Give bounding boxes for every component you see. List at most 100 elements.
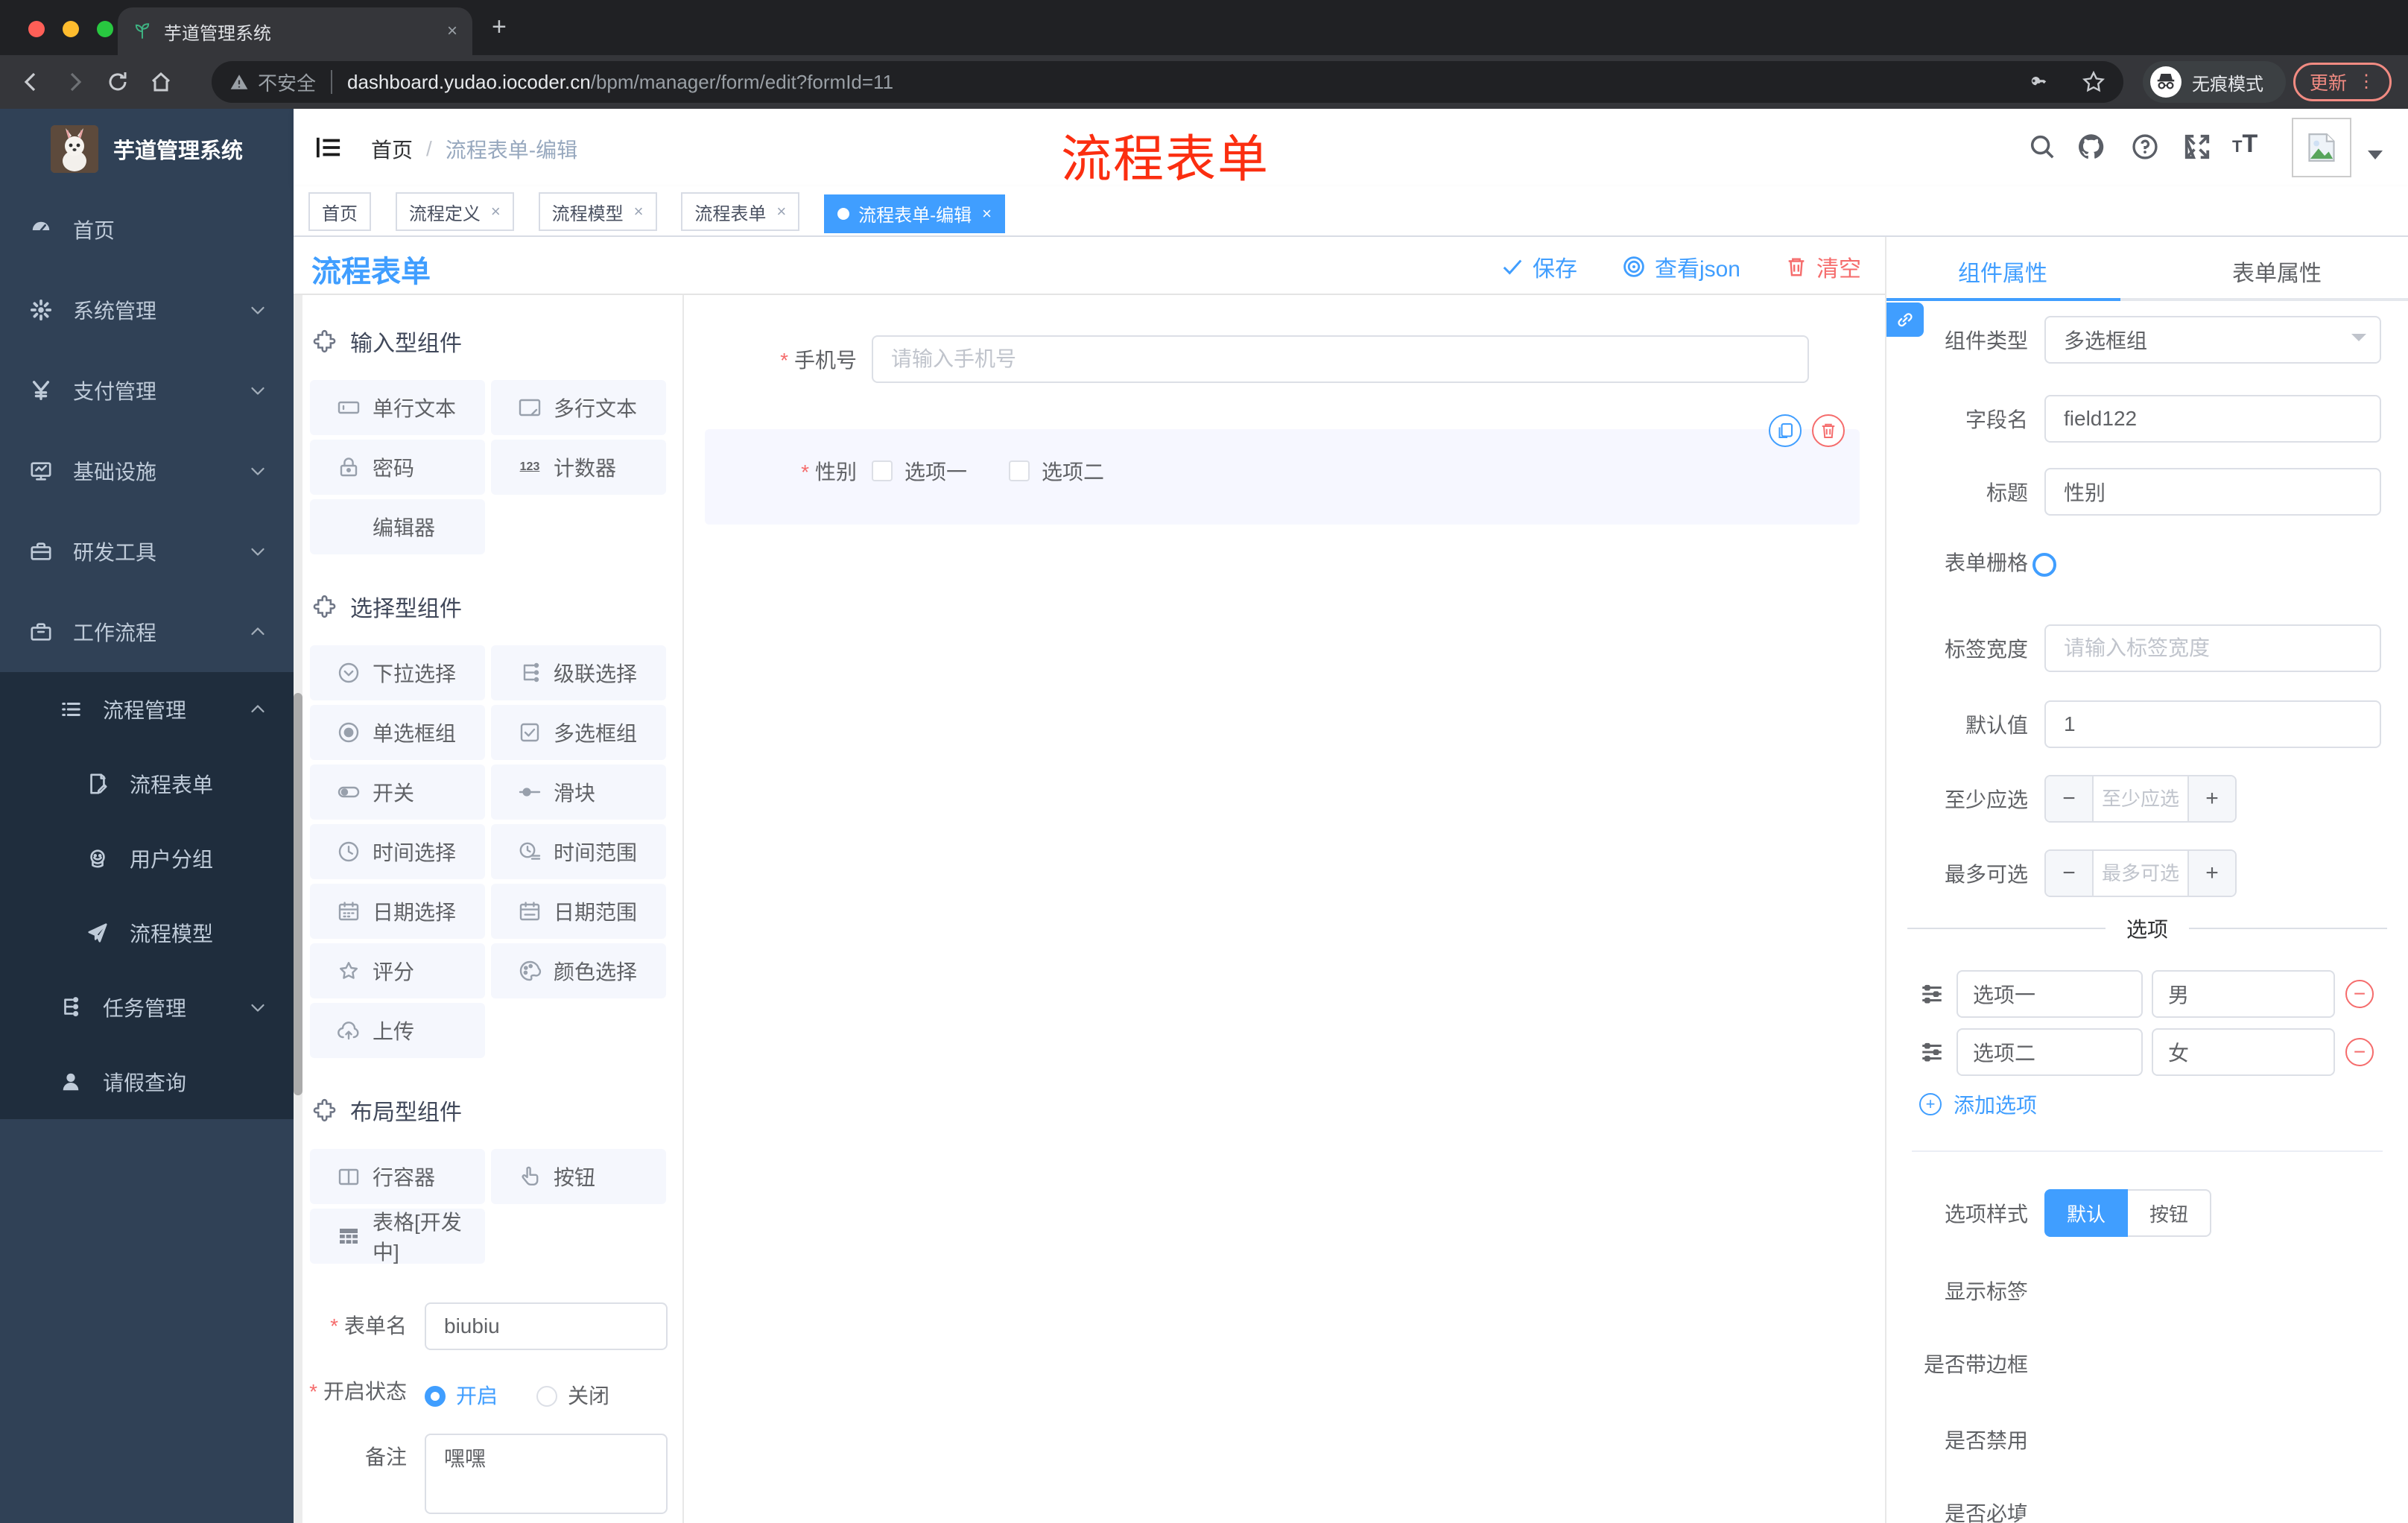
- sidebar-item-infra[interactable]: 基础设施: [0, 431, 294, 511]
- component-type-select[interactable]: 多选框组: [2044, 316, 2381, 364]
- browser-menu-icon[interactable]: ⋮: [2357, 73, 2375, 91]
- palette-item-date-range[interactable]: 日期范围: [491, 884, 666, 939]
- palette-item-time-picker[interactable]: 时间选择: [310, 824, 485, 879]
- phone-field[interactable]: 手机号: [684, 335, 1846, 383]
- tab-form-props[interactable]: 表单属性: [2232, 255, 2322, 288]
- option-label-input[interactable]: [1956, 970, 2143, 1018]
- sidebar-item-leave-query[interactable]: 请假查询: [0, 1045, 294, 1119]
- help-icon[interactable]: [2131, 133, 2159, 161]
- sidebar-item-system[interactable]: 系统管理: [0, 270, 294, 350]
- palette-item-upload[interactable]: 上传: [310, 1003, 485, 1058]
- minus-button[interactable]: −: [2046, 851, 2094, 896]
- gender-option-1[interactable]: 选项一: [872, 456, 967, 486]
- palette-scrollbar[interactable]: [294, 295, 302, 1523]
- status-radio-off[interactable]: 关闭: [536, 1381, 609, 1411]
- checkbox-icon[interactable]: [872, 460, 893, 481]
- sidebar-item-pay[interactable]: 支付管理: [0, 350, 294, 431]
- checkbox-icon[interactable]: [1009, 460, 1030, 481]
- slider-handle[interactable]: [2032, 553, 2056, 577]
- label-width-input[interactable]: [2044, 624, 2381, 672]
- palette-item-select[interactable]: 下拉选择: [310, 645, 485, 700]
- form-canvas[interactable]: 手机号 性别 选项一 选项二: [684, 295, 1885, 1523]
- minus-button[interactable]: −: [2046, 776, 2094, 821]
- field-name-input[interactable]: [2044, 395, 2381, 443]
- hamburger-icon[interactable]: [316, 136, 341, 159]
- gender-option-2[interactable]: 选项二: [1009, 456, 1104, 486]
- plus-button[interactable]: +: [2187, 851, 2235, 896]
- palette-item-color-picker[interactable]: 颜色选择: [491, 943, 666, 998]
- palette-item-single-text[interactable]: 单行文本: [310, 380, 485, 435]
- reload-icon[interactable]: [106, 70, 130, 94]
- min-input[interactable]: [2094, 776, 2187, 821]
- sidebar-item-user-group[interactable]: 用户分组: [0, 821, 294, 896]
- close-window-button[interactable]: [28, 21, 45, 37]
- sidebar-item-process-model[interactable]: 流程模型: [0, 896, 294, 970]
- palette-item-checkbox-group[interactable]: 多选框组: [491, 705, 666, 760]
- style-button-button[interactable]: 按钮: [2128, 1189, 2211, 1237]
- sidebar-item-task-mgmt[interactable]: 任务管理: [0, 970, 294, 1045]
- form-name-input[interactable]: [425, 1302, 668, 1350]
- drag-handle-icon[interactable]: [1919, 981, 1945, 1007]
- palette-item-slider[interactable]: 滑块: [491, 764, 666, 820]
- browser-tab[interactable]: 芋道管理系统 ×: [118, 7, 472, 55]
- tag-close-icon[interactable]: ×: [491, 202, 501, 221]
- palette-item-table[interactable]: 表格[开发中]: [310, 1209, 485, 1264]
- option-value-input[interactable]: [2152, 1028, 2335, 1076]
- address-bar[interactable]: 不安全 dashboard.yudao.iocoder.cn/bpm/manag…: [212, 61, 2123, 103]
- palette-item-time-range[interactable]: 时间范围: [491, 824, 666, 879]
- palette-item-rate[interactable]: 评分: [310, 943, 485, 998]
- tag-process-form[interactable]: 流程表单 ×: [681, 192, 800, 231]
- tag-process-model[interactable]: 流程模型 ×: [538, 192, 657, 231]
- tag-close-icon[interactable]: ×: [982, 204, 992, 224]
- sidebar-item-home[interactable]: 首页: [0, 189, 294, 270]
- new-tab-button[interactable]: +: [492, 14, 507, 39]
- palette-item-button[interactable]: 按钮: [491, 1149, 666, 1204]
- save-button[interactable]: 保存: [1501, 250, 1577, 283]
- tag-close-icon[interactable]: ×: [776, 202, 786, 221]
- delete-widget-button[interactable]: [1812, 414, 1845, 447]
- sidebar-item-process-mgmt[interactable]: 流程管理: [0, 672, 294, 747]
- remove-option-button[interactable]: −: [2345, 980, 2374, 1008]
- phone-input[interactable]: [872, 335, 1809, 383]
- sidebar-item-process-form[interactable]: 流程表单: [0, 747, 294, 821]
- breadcrumb-home[interactable]: 首页: [371, 134, 413, 164]
- browser-update-button[interactable]: 更新 ⋮: [2293, 63, 2392, 101]
- palette-item-editor[interactable]: 编辑器: [310, 499, 485, 554]
- tag-close-icon[interactable]: ×: [634, 202, 644, 221]
- forward-icon[interactable]: [63, 70, 86, 94]
- github-icon[interactable]: [2076, 131, 2107, 162]
- zoom-window-button[interactable]: [97, 21, 113, 37]
- avatar-caret-icon[interactable]: [2368, 151, 2383, 159]
- style-default-button[interactable]: 默认: [2044, 1189, 2128, 1237]
- palette-item-switch[interactable]: 开关: [310, 764, 485, 820]
- default-value-input[interactable]: [2044, 700, 2381, 748]
- remove-option-button[interactable]: −: [2345, 1038, 2374, 1066]
- font-size-icon[interactable]: TT: [2232, 130, 2258, 159]
- palette-item-counter[interactable]: 123 计数器: [491, 440, 666, 495]
- title-input[interactable]: [2044, 468, 2381, 516]
- option-value-input[interactable]: [2152, 970, 2335, 1018]
- search-icon[interactable]: [2028, 133, 2056, 161]
- tag-process-form-edit[interactable]: 流程表单-编辑 ×: [824, 194, 1005, 233]
- add-option-button[interactable]: + 添加选项: [1919, 1089, 2037, 1119]
- palette-item-cascader[interactable]: 级联选择: [491, 645, 666, 700]
- sidebar-logo[interactable]: 芋道管理系统: [0, 109, 294, 189]
- status-radio-on[interactable]: 开启: [425, 1381, 498, 1411]
- palette-item-row-container[interactable]: 行容器: [310, 1149, 485, 1204]
- clear-button[interactable]: 清空: [1785, 250, 1861, 283]
- view-json-button[interactable]: 查看json: [1622, 250, 1740, 283]
- remark-textarea[interactable]: 嘿嘿: [425, 1434, 668, 1514]
- palette-item-date-picker[interactable]: 日期选择: [310, 884, 485, 939]
- tag-process-definition[interactable]: 流程定义 ×: [395, 192, 514, 231]
- minimize-window-button[interactable]: [63, 21, 79, 37]
- palette-item-radio-group[interactable]: 单选框组: [310, 705, 485, 760]
- palette-item-password[interactable]: 密码: [310, 440, 485, 495]
- sidebar-item-workflow[interactable]: 工作流程: [0, 592, 294, 672]
- max-input[interactable]: [2094, 851, 2187, 896]
- password-key-icon[interactable]: [2027, 71, 2049, 93]
- drag-handle-icon[interactable]: [1919, 1039, 1945, 1065]
- gender-field-selected[interactable]: 性别 选项一 选项二: [705, 429, 1860, 525]
- plus-button[interactable]: +: [2187, 776, 2235, 821]
- bookmark-star-icon[interactable]: [2082, 70, 2106, 94]
- option-label-input[interactable]: [1956, 1028, 2143, 1076]
